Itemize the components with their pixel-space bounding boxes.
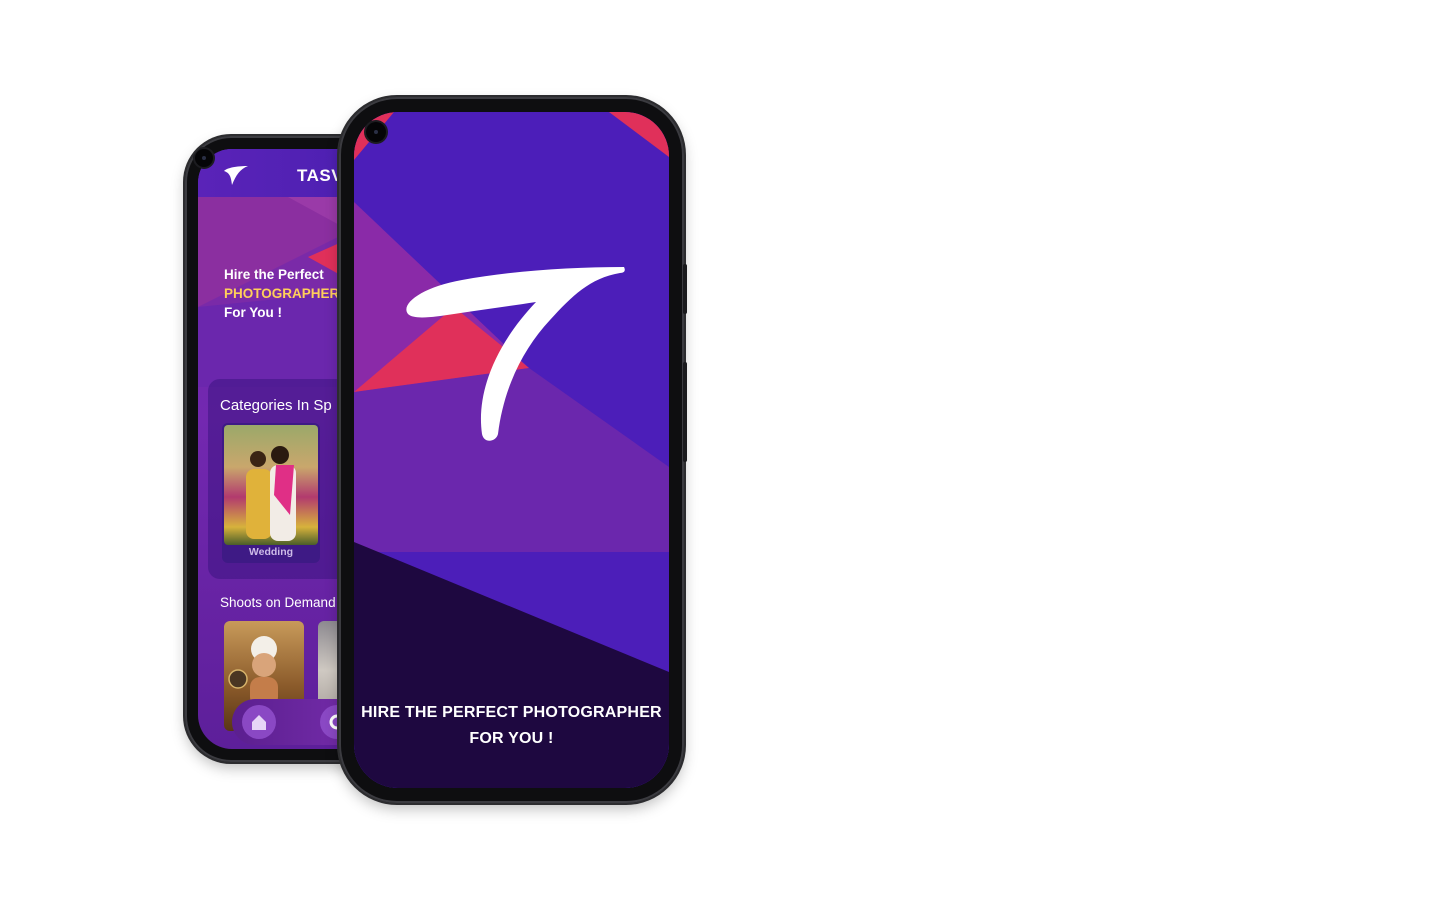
camera-hole: [195, 149, 213, 167]
app-logo-icon: [224, 166, 248, 185]
nav-home-button[interactable]: [242, 705, 276, 739]
camera-hole: [366, 122, 386, 142]
categories-title: Categories In Sp: [220, 397, 332, 414]
splash-caption-line-2: FOR YOU !: [469, 730, 554, 747]
hero-line-1: Hire the Perfect: [224, 267, 324, 282]
shoots-on-demand-title: Shoots on Demand: [220, 595, 336, 610]
splash-background: [354, 112, 669, 788]
power-button: [683, 264, 687, 314]
phone-mockup-splash: HIRE THE PERFECT PHOTOGRAPHER FOR YOU !: [339, 97, 684, 803]
category-label-wedding: Wedding: [248, 546, 294, 558]
hero-line-3: For You !: [224, 305, 282, 320]
category-tile-wedding[interactable]: Wedding: [222, 423, 320, 563]
splash-screen: HIRE THE PERFECT PHOTOGRAPHER FOR YOU !: [354, 112, 669, 788]
couple-illustration: [246, 446, 296, 541]
home-icon: [252, 715, 266, 730]
wedding-photo: [224, 425, 318, 545]
splash-caption-line-1: HIRE THE PERFECT PHOTOGRAPHER: [361, 704, 662, 721]
app-brand-title: TASV: [297, 166, 344, 185]
tasveer-t-logo-icon: [406, 267, 625, 441]
hero-line-2: PHOTOGRAPHER: [224, 286, 340, 301]
volume-button: [683, 362, 687, 462]
